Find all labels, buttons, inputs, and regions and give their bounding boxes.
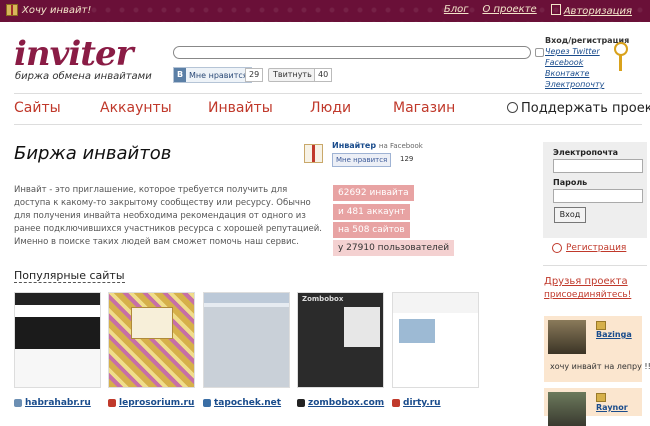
vk-like-label: Мне нравится bbox=[189, 70, 248, 80]
site-thumbnail-leprosorium[interactable] bbox=[108, 292, 195, 388]
site-thumbnail-habrahabr[interactable] bbox=[14, 292, 101, 388]
menu-item-shop[interactable]: Магазин bbox=[393, 100, 455, 116]
vk-like-count: 29 bbox=[245, 68, 264, 82]
site-name: zombobox.com bbox=[308, 398, 385, 408]
gift-icon bbox=[6, 4, 18, 16]
facebook-suffix: на Facebook bbox=[378, 142, 423, 150]
site-link-zombobox[interactable]: zombobox.com bbox=[297, 398, 384, 408]
menu-item-sites[interactable]: Сайты bbox=[14, 100, 61, 116]
gift-icon bbox=[304, 144, 323, 163]
zombobox-favicon bbox=[297, 399, 305, 407]
gift-icon bbox=[596, 321, 606, 330]
habrahabr-favicon bbox=[14, 399, 22, 407]
top-nav: Блог О проекте Авторизация bbox=[444, 4, 632, 17]
menu-item-people[interactable]: Люди bbox=[310, 100, 351, 116]
site-link-dirty[interactable]: dirty.ru bbox=[392, 398, 441, 408]
power-icon bbox=[552, 243, 562, 253]
top-bar: Хочу инвайт! Блог О проекте Авторизация bbox=[0, 0, 650, 22]
tweet-count: 40 bbox=[314, 68, 333, 82]
site-link-leprosorium[interactable]: leprosorium.ru bbox=[108, 398, 194, 408]
search-input[interactable] bbox=[173, 46, 531, 59]
menu-item-accounts[interactable]: Аккаунты bbox=[100, 100, 172, 116]
login-button[interactable]: Вход bbox=[554, 207, 586, 223]
auth-label: Авторизация bbox=[563, 6, 632, 17]
facebook-name: Инвайтер bbox=[332, 141, 377, 150]
facebook-like-count: 129 bbox=[400, 155, 414, 163]
login-icon bbox=[550, 4, 561, 15]
want-invite-label: Хочу инвайт! bbox=[22, 4, 92, 16]
login-vkontakte-link[interactable]: Вконтакте bbox=[545, 68, 629, 79]
support-project-link[interactable]: Поддержать проект! bbox=[507, 101, 650, 116]
friend-card[interactable]: Bazinga хочу инвайт на лепру !! bbox=[544, 316, 650, 382]
blog-link[interactable]: Блог bbox=[444, 4, 469, 17]
vk-like-button[interactable]: В Мне нравится bbox=[173, 67, 252, 83]
site-logo[interactable]: inviter bbox=[14, 34, 134, 74]
zombobox-logo: Zombobox bbox=[302, 295, 344, 303]
page-description: Инвайт - это приглашение, которое требуе… bbox=[14, 185, 322, 247]
friend-username[interactable]: Bazinga bbox=[596, 330, 632, 339]
login-form: Электропочта Пароль Вход bbox=[543, 142, 647, 238]
search-button[interactable] bbox=[535, 48, 544, 57]
password-field[interactable] bbox=[553, 189, 643, 203]
facebook-page-name[interactable]: Инвайтер на Facebook bbox=[332, 141, 423, 150]
friend-username[interactable]: Raynor bbox=[596, 403, 628, 412]
support-icon bbox=[507, 102, 518, 113]
key-icon bbox=[614, 42, 628, 71]
friend-avatar bbox=[548, 392, 586, 426]
auth-link[interactable]: Авторизация bbox=[550, 4, 632, 17]
want-invite-link[interactable]: Хочу инвайт! bbox=[6, 4, 91, 16]
facebook-like-label: Мне нравится bbox=[336, 156, 388, 164]
tapochek-favicon bbox=[203, 399, 211, 407]
tweet-label: Твитнуть bbox=[273, 70, 312, 79]
join-link[interactable]: присоединяйтесь! bbox=[544, 290, 631, 300]
zombobox-login-box bbox=[344, 307, 380, 347]
friend-card[interactable]: Raynor bbox=[544, 388, 642, 426]
site-tagline: биржа обмена инвайтами bbox=[15, 71, 152, 82]
login-email-link[interactable]: Электропочту bbox=[545, 79, 629, 90]
facebook-like-button[interactable]: Мне нравится bbox=[332, 153, 392, 167]
dirty-favicon bbox=[392, 399, 400, 407]
about-link[interactable]: О проекте bbox=[482, 4, 536, 17]
support-label: Поддержать проект! bbox=[521, 101, 650, 116]
site-thumbnail-zombobox[interactable]: Zombobox bbox=[297, 292, 384, 388]
vk-icon: В bbox=[174, 68, 186, 82]
site-thumbnail-tapochek[interactable] bbox=[203, 292, 290, 388]
tweet-button[interactable]: Твитнуть bbox=[268, 68, 317, 82]
register-link[interactable]: Регистрация bbox=[552, 243, 626, 253]
email-label: Электропочта bbox=[553, 148, 618, 157]
sidebar-divider bbox=[543, 265, 647, 266]
popular-sites-label: Популярные сайты bbox=[14, 269, 125, 283]
site-thumbnail-dirty[interactable] bbox=[392, 292, 479, 388]
password-label: Пароль bbox=[553, 178, 588, 187]
friend-message: хочу инвайт на лепру !! bbox=[550, 362, 650, 371]
menu-bottom-divider bbox=[14, 124, 642, 125]
site-name: tapochek.net bbox=[214, 398, 282, 408]
site-name: leprosorium.ru bbox=[119, 398, 195, 408]
page-title: Биржа инвайтов bbox=[14, 143, 172, 164]
friend-avatar bbox=[548, 320, 586, 354]
register-label: Регистрация bbox=[566, 243, 627, 253]
stat-users: у 27910 пользователей bbox=[333, 240, 455, 256]
friends-title[interactable]: Друзья проекта bbox=[544, 276, 628, 287]
site-link-habrahabr[interactable]: habrahabr.ru bbox=[14, 398, 91, 408]
stat-sites: на 508 сайтов bbox=[333, 222, 410, 238]
leprosorium-favicon bbox=[108, 399, 116, 407]
popular-sites-title[interactable]: Популярные сайты bbox=[14, 269, 125, 283]
login-facebook-link[interactable]: Facebook bbox=[545, 57, 629, 68]
gift-icon bbox=[596, 393, 606, 402]
stat-accounts: и 481 аккаунт bbox=[333, 204, 411, 220]
email-field[interactable] bbox=[553, 159, 643, 173]
menu-item-invites[interactable]: Инвайты bbox=[208, 100, 273, 116]
site-name: dirty.ru bbox=[403, 398, 441, 408]
site-link-tapochek[interactable]: tapochek.net bbox=[203, 398, 281, 408]
site-name: habrahabr.ru bbox=[25, 398, 91, 408]
stat-invites: 62692 инвайта bbox=[333, 185, 414, 201]
menu-top-divider bbox=[14, 93, 642, 94]
